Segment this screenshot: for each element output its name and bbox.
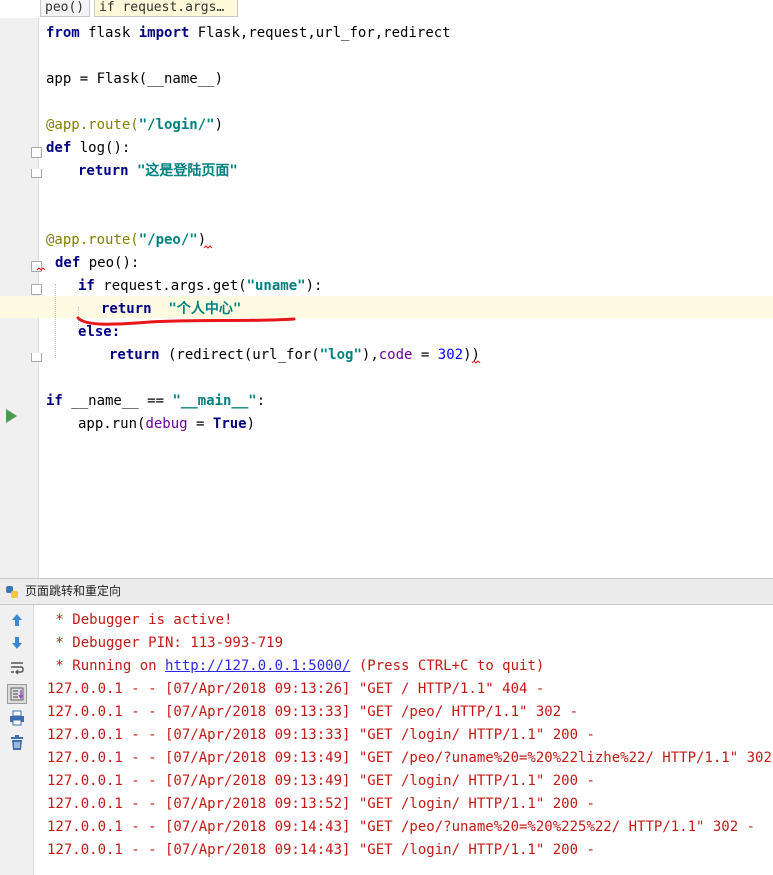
breadcrumb-item-if-request[interactable]: if request.args… [94,0,238,17]
fold-toggle-icon[interactable] [31,284,42,295]
run-toolbar [0,605,34,875]
fold-toggle-icon[interactable] [31,261,42,272]
console-line: * Debugger PIN: 113-993-719 [47,635,284,651]
scroll-to-end-icon[interactable] [7,684,27,704]
fold-toggle-icon[interactable] [31,147,42,158]
code-editor[interactable]: from flask import Flask,request,url_for,… [0,18,773,578]
console-log-line: 127.0.0.1 - - [07/Apr/2018 09:13:49] "GE… [47,773,595,789]
arrow-up-icon[interactable] [7,610,27,630]
breadcrumb-item-peo[interactable]: peo() [40,0,90,17]
indent-guide [55,284,56,358]
arrow-down-icon[interactable] [7,633,27,653]
code-line-14[interactable]: else: [78,321,120,343]
server-url-link[interactable]: http://127.0.0.1:5000/ [165,658,350,674]
console-log-line: 127.0.0.1 - - [07/Apr/2018 09:13:49] "GE… [47,750,773,766]
console-log-line: 127.0.0.1 - - [07/Apr/2018 09:13:52] "GE… [47,796,595,812]
console-log-line: 127.0.0.1 - - [07/Apr/2018 09:13:33] "GE… [47,704,579,720]
fold-end-icon[interactable] [31,169,42,178]
trash-icon[interactable] [7,733,27,753]
console-line: * Running on http://127.0.0.1:5000/ (Pre… [47,658,545,674]
code-line-12[interactable]: if request.args.get("uname"): [78,275,322,297]
code-line-7[interactable]: return "这是登陆页面" [78,160,238,182]
python-icon [6,586,18,598]
code-line-15[interactable]: return (redirect(url_for("log"),code = 3… [109,344,480,366]
breadcrumb: peo() if request.args… [0,0,773,20]
code-line-18[interactable]: app.run(debug = True) [78,413,255,435]
run-icon[interactable] [6,409,17,423]
code-line-11[interactable]: def peo(): [55,252,139,274]
print-icon[interactable] [7,708,27,728]
code-line-3[interactable]: app = Flask(__name__) [46,68,223,90]
console-log-line: 127.0.0.1 - - [07/Apr/2018 09:14:43] "GE… [47,842,595,858]
code-line-13[interactable]: return "个人中心" [101,298,241,320]
soft-wrap-icon[interactable] [7,658,27,678]
console-log-line: 127.0.0.1 - - [07/Apr/2018 09:13:26] "GE… [47,681,545,697]
code-line-6[interactable]: def log(): [46,137,130,159]
code-line-17[interactable]: if __name__ == "__main__": [46,390,265,412]
run-configuration-title: 页面跳转和重定向 [25,584,122,598]
code-line-1[interactable]: from flask import Flask,request,url_for,… [46,22,451,44]
code-line-5[interactable]: @app.route("/login/") [46,114,223,136]
console-log-line: 127.0.0.1 - - [07/Apr/2018 09:13:33] "GE… [47,727,595,743]
console-log-line: 127.0.0.1 - - [07/Apr/2018 09:14:43] "GE… [47,819,756,835]
code-line-10[interactable]: @app.route("/peo/") [46,229,206,251]
run-tool-window-header[interactable]: 页面跳转和重定向 [0,578,773,605]
fold-end-icon[interactable] [31,353,42,362]
console-line: * Debugger is active! [47,612,233,628]
run-console-panel: * Debugger is active! * Debugger PIN: 11… [0,605,773,875]
